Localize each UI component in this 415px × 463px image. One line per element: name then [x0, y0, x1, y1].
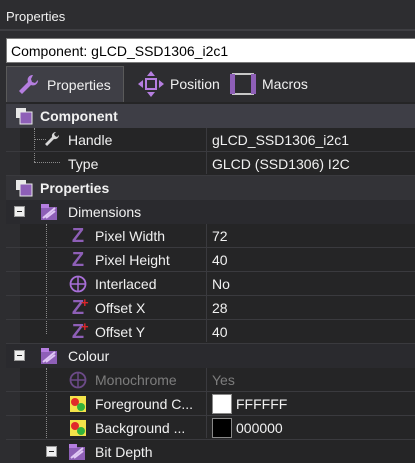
macro-icon	[228, 69, 258, 99]
wrench-icon	[13, 70, 43, 100]
category-component-label: Component	[40, 108, 118, 124]
property-row-handle[interactable]: Handle gLCD_SSD1306_i2c1	[6, 128, 415, 152]
property-name: Foreground C...	[95, 396, 194, 412]
colour-swatch[interactable]	[212, 394, 232, 414]
z-icon: Z	[71, 224, 85, 247]
group-icon	[68, 442, 88, 462]
property-value[interactable]: No	[212, 276, 230, 292]
property-value[interactable]: gLCD_SSD1306_i2c1	[212, 132, 349, 148]
group-bit-depth[interactable]: Bit Depth	[6, 440, 415, 463]
colour-swatch[interactable]	[212, 418, 232, 438]
tab-position[interactable]: Position	[130, 66, 222, 102]
property-value: GLCD (SSD1306) I2C	[212, 156, 350, 172]
property-row-interlaced[interactable]: Interlaced No	[6, 272, 415, 296]
panel-title-divider	[0, 29, 415, 31]
tab-bar: Properties Position Macros	[6, 66, 415, 102]
category-properties-label: Properties	[40, 180, 110, 196]
property-row-offset-x[interactable]: Z + Offset X 28	[6, 295, 415, 320]
colour-icon	[68, 394, 88, 414]
property-row-background-colour[interactable]: Background ... 000000	[6, 416, 415, 440]
property-row-pixel-height[interactable]: Z Pixel Height 40	[6, 248, 415, 272]
collapse-icon[interactable]	[14, 350, 25, 361]
panel-title: Properties	[0, 0, 415, 32]
group-colour[interactable]: Colour	[6, 344, 415, 368]
property-value[interactable]: FFFFFF	[236, 396, 287, 412]
property-name: Handle	[68, 132, 113, 148]
property-name: Offset Y	[95, 324, 146, 340]
property-row-monochrome[interactable]: Monochrome Yes	[6, 368, 415, 392]
group-bit-depth-label: Bit Depth	[95, 444, 153, 460]
colour-icon	[68, 418, 88, 438]
category-component[interactable]: Component	[6, 104, 415, 128]
toggle-icon	[68, 274, 88, 294]
category-icon	[14, 178, 34, 198]
property-row-pixel-width[interactable]: Z Pixel Width 72	[6, 224, 415, 248]
property-name: Offset X	[95, 300, 146, 316]
group-icon	[40, 346, 60, 366]
toggle-icon	[68, 370, 88, 390]
collapse-icon[interactable]	[14, 206, 25, 217]
z-icon: Z	[71, 248, 85, 271]
property-name: Pixel Height	[95, 252, 170, 268]
group-icon	[40, 202, 60, 222]
tab-macros-label: Macros	[262, 76, 308, 92]
property-value[interactable]: 40	[212, 252, 228, 268]
tab-position-label: Position	[170, 76, 220, 92]
property-value[interactable]: 28	[212, 300, 228, 316]
property-value[interactable]: 000000	[236, 420, 283, 436]
category-icon	[14, 106, 34, 126]
category-properties[interactable]: Properties	[6, 176, 415, 200]
wrench-icon	[42, 130, 62, 150]
property-name: Pixel Width	[95, 228, 166, 244]
component-field[interactable]: Component: gLCD_SSD1306_i2c1	[6, 38, 415, 63]
property-value[interactable]: 72	[212, 228, 228, 244]
property-name: Interlaced	[95, 276, 157, 292]
property-grid: Component Handle gLCD_SSD1306_i2c1 Type …	[6, 102, 415, 463]
group-colour-label: Colour	[68, 348, 110, 364]
property-row-type[interactable]: Type GLCD (SSD1306) I2C	[6, 152, 415, 176]
tab-properties[interactable]: Properties	[6, 66, 124, 102]
tab-macros[interactable]: Macros	[222, 66, 332, 102]
property-row-foreground-colour[interactable]: Foreground C... FFFFFF	[6, 392, 415, 416]
tab-properties-label: Properties	[47, 76, 111, 93]
property-row-offset-y[interactable]: Z + Offset Y 40	[6, 319, 415, 344]
group-dimensions-label: Dimensions	[68, 204, 142, 220]
property-name: Background ...	[95, 420, 186, 436]
z-plus-icon: Z +	[71, 295, 89, 319]
property-value[interactable]: 40	[212, 324, 228, 340]
z-plus-icon: Z +	[71, 319, 89, 343]
move-arrows-icon	[136, 69, 166, 99]
property-name: Monochrome	[95, 372, 177, 388]
group-dimensions[interactable]: Dimensions	[6, 200, 415, 224]
property-value: Yes	[212, 372, 235, 388]
collapse-icon[interactable]	[46, 446, 57, 457]
property-name: Type	[68, 156, 99, 172]
